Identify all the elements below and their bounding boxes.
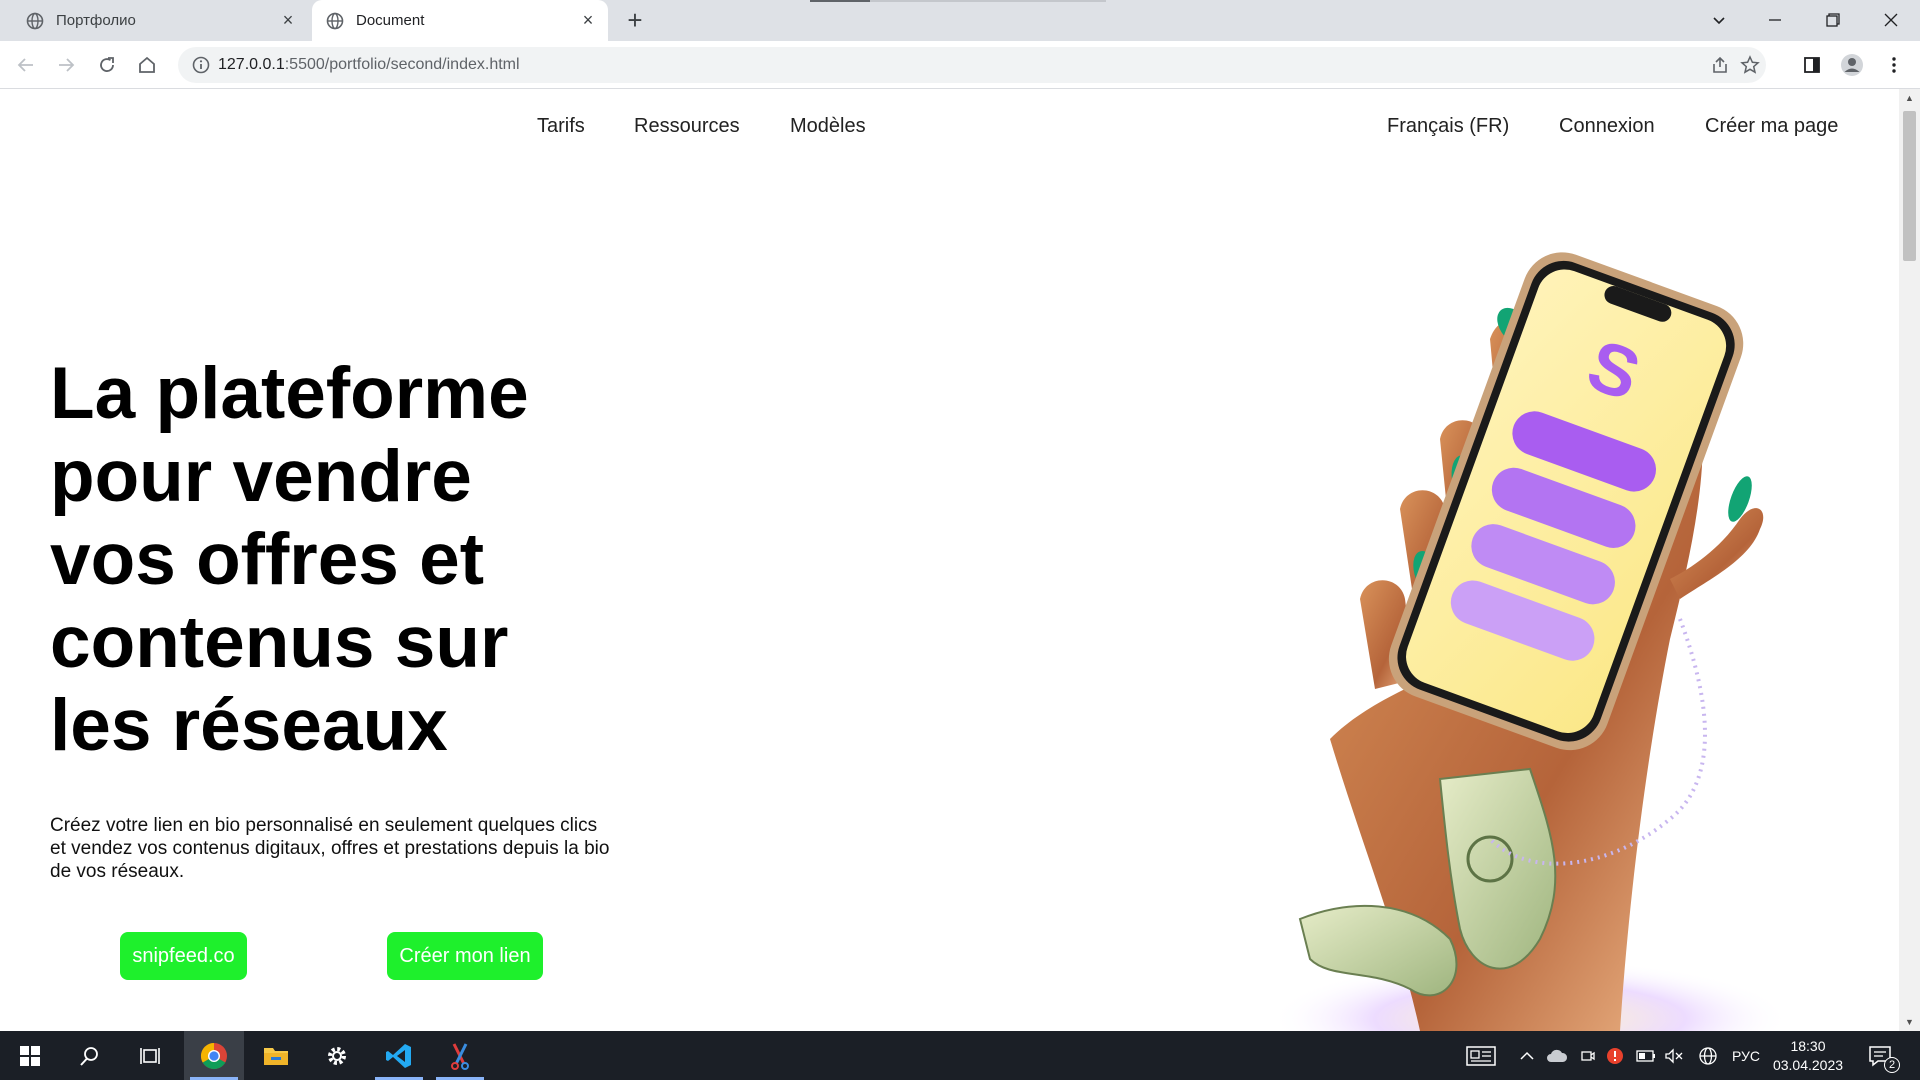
notification-center-icon[interactable]: 2 (1868, 1031, 1900, 1080)
notification-count-badge: 2 (1884, 1057, 1900, 1073)
tab-document[interactable]: Document × (312, 0, 608, 41)
page-content: Tarifs Ressources Modèles Français (FR) … (0, 89, 1920, 1031)
scroll-down-icon[interactable]: ▼ (1899, 1013, 1920, 1031)
profile-avatar[interactable] (1840, 53, 1864, 77)
tab-title: Портфолио (56, 12, 136, 29)
snipping-tool-icon[interactable] (430, 1031, 490, 1080)
news-widget-icon[interactable] (1466, 1031, 1496, 1080)
hero-description: Créez votre lien en bio personnalisé en … (50, 815, 610, 882)
security-alert-icon[interactable] (1606, 1031, 1624, 1080)
new-tab-button[interactable]: + (622, 7, 648, 34)
windows-taskbar: РУС 18:30 03.04.2023 2 (0, 1031, 1920, 1080)
minimize-icon[interactable] (1762, 8, 1788, 34)
volume-muted-icon[interactable] (1664, 1031, 1684, 1080)
battery-icon[interactable] (1636, 1031, 1656, 1080)
scroll-up-icon[interactable]: ▲ (1899, 89, 1920, 107)
onedrive-cloud-icon[interactable] (1546, 1031, 1568, 1080)
address-bar[interactable]: 127.0.0.1:5500/portfolio/second/index.ht… (178, 47, 1766, 83)
browser-toolbar: 127.0.0.1:5500/portfolio/second/index.ht… (0, 41, 1920, 89)
nav-tarifs[interactable]: Tarifs (537, 115, 585, 138)
tab-search-icon[interactable] (1706, 8, 1732, 34)
menu-kebab-icon[interactable] (1882, 53, 1906, 77)
tab-strip: Портфолио × Document × + (0, 0, 1920, 41)
page-scrollbar[interactable]: ▲ ▼ (1899, 89, 1920, 1031)
scroll-thumb[interactable] (1903, 111, 1916, 261)
clock-date: 03.04.2023 (1772, 1057, 1844, 1073)
system-clock[interactable]: 18:30 03.04.2023 (1768, 1037, 1848, 1075)
bookmark-star-icon[interactable] (1738, 53, 1762, 77)
meet-now-icon[interactable] (1580, 1031, 1596, 1080)
vscode-icon[interactable] (369, 1031, 429, 1080)
task-view-icon[interactable] (120, 1031, 180, 1080)
search-icon[interactable] (60, 1031, 120, 1080)
windows-start-icon[interactable] (0, 1031, 60, 1080)
hero-illustration: S (1270, 252, 1790, 1031)
close-icon[interactable]: × (580, 11, 596, 29)
tab-portfolio[interactable]: Портфолио × (12, 0, 308, 41)
side-panel-icon[interactable] (1800, 53, 1824, 77)
clock-time: 18:30 (1790, 1038, 1826, 1054)
nav-ressources[interactable]: Ressources (634, 115, 740, 138)
close-window-icon[interactable] (1878, 8, 1904, 34)
nav-modeles[interactable]: Modèles (790, 115, 866, 138)
tab-strip-indicator (810, 0, 870, 2)
share-icon[interactable] (1708, 53, 1732, 77)
tab-title: Document (356, 12, 425, 29)
url-text: 127.0.0.1:5500/portfolio/second/index.ht… (218, 56, 520, 73)
settings-gear-icon[interactable] (307, 1031, 367, 1080)
back-icon[interactable] (14, 53, 38, 77)
restore-icon[interactable] (1820, 8, 1846, 34)
snipfeed-button[interactable]: snipfeed.co (120, 932, 247, 980)
globe-icon (326, 12, 344, 29)
globe-icon (26, 12, 44, 29)
forward-icon[interactable] (54, 53, 78, 77)
file-explorer-icon[interactable] (246, 1031, 306, 1080)
info-icon[interactable] (192, 56, 210, 74)
network-globe-icon[interactable] (1698, 1031, 1718, 1080)
nav-create-page[interactable]: Créer ma page (1705, 115, 1838, 138)
nav-connexion[interactable]: Connexion (1559, 115, 1655, 138)
reload-icon[interactable] (95, 53, 119, 77)
hero-title: La plateforme pour vendre vos offres et … (50, 353, 529, 766)
nav-language[interactable]: Français (FR) (1387, 115, 1509, 138)
create-link-button[interactable]: Créer mon lien (387, 932, 543, 980)
chevron-up-icon[interactable] (1520, 1031, 1534, 1080)
tab-strip-indicator-light (870, 0, 1106, 2)
input-language[interactable]: РУС (1732, 1031, 1760, 1080)
close-icon[interactable]: × (280, 11, 296, 29)
chrome-taskbar-icon[interactable] (184, 1031, 244, 1080)
home-icon[interactable] (135, 53, 159, 77)
